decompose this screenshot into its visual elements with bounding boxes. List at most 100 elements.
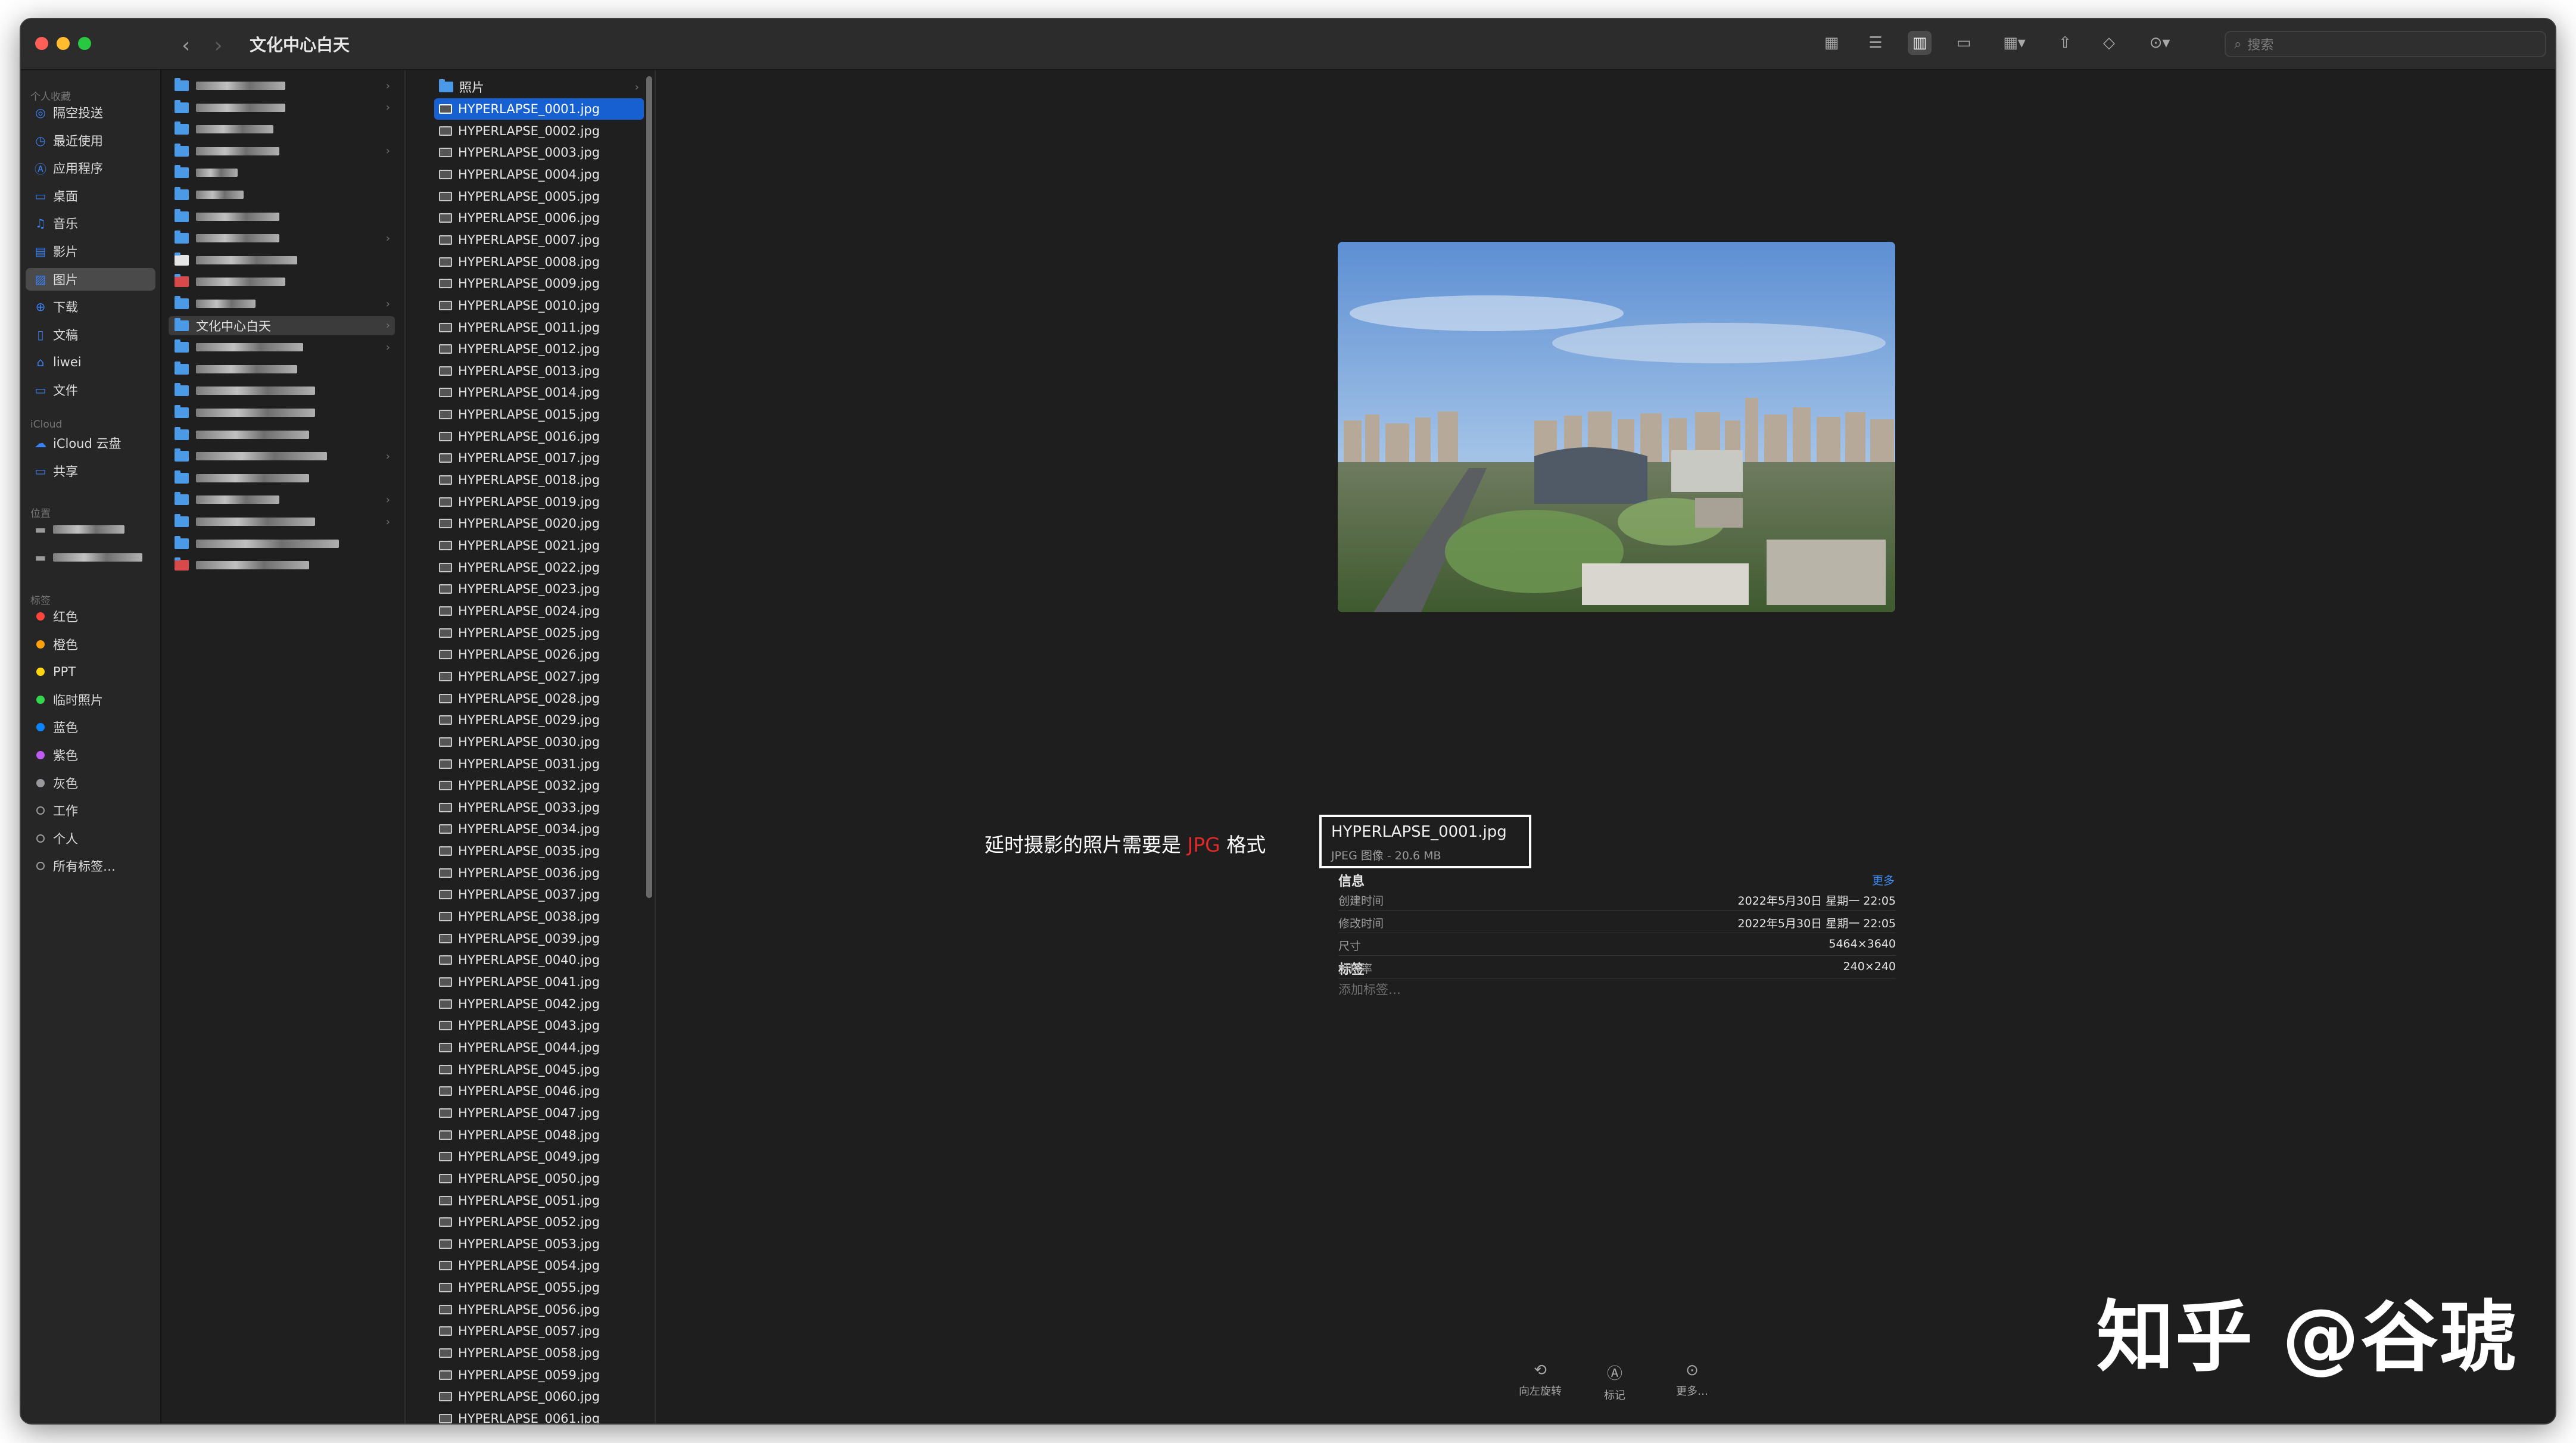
more-info-link[interactable]: 更多	[1872, 872, 1895, 888]
zoom-window-button[interactable]	[78, 37, 91, 50]
folder-item[interactable]	[169, 403, 395, 422]
file-item[interactable]: HYPERLAPSE_0004.jpg	[434, 164, 644, 185]
file-item[interactable]: HYPERLAPSE_0010.jpg	[434, 295, 644, 316]
folder-item[interactable]: ›	[169, 142, 395, 161]
file-item[interactable]: HYPERLAPSE_0036.jpg	[434, 862, 644, 884]
sidebar-tag-item[interactable]: 红色	[26, 605, 155, 628]
file-item[interactable]: HYPERLAPSE_0025.jpg	[434, 622, 644, 644]
tag-icon[interactable]: ◇	[2097, 31, 2121, 55]
file-item[interactable]: HYPERLAPSE_0045.jpg	[434, 1059, 644, 1080]
folder-item[interactable]	[169, 120, 395, 139]
file-item[interactable]: HYPERLAPSE_0059.jpg	[434, 1364, 644, 1386]
file-item[interactable]: HYPERLAPSE_0030.jpg	[434, 731, 644, 753]
file-item[interactable]: HYPERLAPSE_0048.jpg	[434, 1124, 644, 1146]
file-item[interactable]: HYPERLAPSE_0035.jpg	[434, 840, 644, 862]
file-item[interactable]: HYPERLAPSE_0012.jpg	[434, 338, 644, 360]
sidebar-item[interactable]: ♫ 音乐	[26, 212, 155, 235]
file-item[interactable]: HYPERLAPSE_0038.jpg	[434, 906, 644, 927]
folder-item[interactable]	[169, 272, 395, 291]
quick-action-button[interactable]: ⊙ 更多…	[1656, 1361, 1728, 1398]
folder-item[interactable]	[169, 163, 395, 182]
sidebar-tag-item[interactable]: 个人	[26, 827, 155, 850]
quick-action-button[interactable]: ⟲ 向左旋转	[1505, 1361, 1576, 1398]
folder-item[interactable]: ›	[169, 338, 395, 357]
sidebar-tag-item[interactable]: 蓝色	[26, 716, 155, 738]
file-item[interactable]: HYPERLAPSE_0029.jpg	[434, 709, 644, 731]
column-view-icon[interactable]: ▥	[1908, 31, 1932, 55]
file-item[interactable]: HYPERLAPSE_0017.jpg	[434, 447, 644, 469]
file-item[interactable]: HYPERLAPSE_0015.jpg	[434, 404, 644, 425]
file-item[interactable]: HYPERLAPSE_0003.jpg	[434, 142, 644, 163]
file-item[interactable]: HYPERLAPSE_0006.jpg	[434, 207, 644, 229]
sidebar-tag-item[interactable]: 灰色	[26, 772, 155, 794]
sidebar-location-item[interactable]: ▬	[26, 546, 155, 569]
sidebar-item[interactable]: ▯ 文稿	[26, 323, 155, 346]
file-item[interactable]: HYPERLAPSE_0042.jpg	[434, 993, 644, 1015]
file-item[interactable]: HYPERLAPSE_0032.jpg	[434, 775, 644, 796]
folder-item[interactable]	[169, 360, 395, 379]
file-item[interactable]: HYPERLAPSE_0057.jpg	[434, 1320, 644, 1342]
file-item[interactable]: HYPERLAPSE_0024.jpg	[434, 600, 644, 622]
file-item[interactable]: HYPERLAPSE_0053.jpg	[434, 1233, 644, 1255]
folder-item[interactable]: ›	[169, 447, 395, 466]
file-item[interactable]: HYPERLAPSE_0049.jpg	[434, 1146, 644, 1167]
file-item[interactable]: HYPERLAPSE_0044.jpg	[434, 1037, 644, 1058]
file-item[interactable]: HYPERLAPSE_0060.jpg	[434, 1386, 644, 1407]
folder-item[interactable]: ›	[169, 294, 395, 313]
folder-item[interactable]	[169, 185, 395, 204]
close-window-button[interactable]	[35, 37, 48, 50]
sidebar-item[interactable]: ▤ 影片	[26, 240, 155, 263]
file-item[interactable]: HYPERLAPSE_0039.jpg	[434, 928, 644, 949]
quick-action-button[interactable]: Ⓐ 标记	[1579, 1361, 1650, 1403]
folder-item-photos[interactable]: 照片 ›	[434, 76, 644, 98]
sidebar-item[interactable]: Ⓐ 应用程序	[26, 157, 155, 179]
file-item[interactable]: HYPERLAPSE_0028.jpg	[434, 688, 644, 709]
sidebar-location-item[interactable]: ▬	[26, 518, 155, 541]
add-tags-field[interactable]: 添加标签…	[1338, 980, 1401, 998]
scrollbar[interactable]	[646, 76, 652, 898]
minimize-window-button[interactable]	[57, 37, 70, 50]
file-item[interactable]: HYPERLAPSE_0013.jpg	[434, 360, 644, 382]
more-actions-icon[interactable]: ⊙▾	[2141, 31, 2178, 55]
folder-item-selected[interactable]: 文化中心白天 ›	[169, 316, 395, 335]
file-item[interactable]: HYPERLAPSE_0008.jpg	[434, 251, 644, 273]
folder-item[interactable]	[169, 381, 395, 400]
sidebar-item[interactable]: ⊕ 下载	[26, 295, 155, 318]
gallery-view-icon[interactable]: ▭	[1952, 31, 1976, 55]
group-by-icon[interactable]: ▦▾	[1996, 31, 2033, 55]
file-item[interactable]: HYPERLAPSE_0041.jpg	[434, 971, 644, 993]
file-item[interactable]: HYPERLAPSE_0027.jpg	[434, 666, 644, 687]
file-item[interactable]: HYPERLAPSE_0043.jpg	[434, 1015, 644, 1036]
file-item[interactable]: HYPERLAPSE_0034.jpg	[434, 818, 644, 840]
sidebar-item[interactable]: ▭ 共享	[26, 460, 155, 482]
file-item-selected[interactable]: HYPERLAPSE_0001.jpg	[434, 98, 644, 120]
sidebar-item[interactable]: ☁ iCloud 云盘	[26, 432, 155, 454]
file-item[interactable]: HYPERLAPSE_0021.jpg	[434, 535, 644, 556]
file-item[interactable]: HYPERLAPSE_0018.jpg	[434, 469, 644, 491]
file-item[interactable]: HYPERLAPSE_0014.jpg	[434, 382, 644, 403]
sidebar-item[interactable]: ◷ 最近使用	[26, 129, 155, 152]
file-item[interactable]: HYPERLAPSE_0052.jpg	[434, 1211, 644, 1233]
sidebar-tag-item[interactable]: 所有标签…	[26, 855, 155, 877]
file-item[interactable]: HYPERLAPSE_0009.jpg	[434, 273, 644, 294]
file-item[interactable]: HYPERLAPSE_0061.jpg	[434, 1408, 644, 1423]
folder-item[interactable]: ›	[169, 76, 395, 95]
sidebar-tag-item[interactable]: 临时照片	[26, 688, 155, 711]
file-item[interactable]: HYPERLAPSE_0022.jpg	[434, 557, 644, 578]
sidebar-tag-item[interactable]: 工作	[26, 799, 155, 822]
file-item[interactable]: HYPERLAPSE_0026.jpg	[434, 644, 644, 665]
file-item[interactable]: HYPERLAPSE_0037.jpg	[434, 884, 644, 905]
file-item[interactable]: HYPERLAPSE_0051.jpg	[434, 1190, 644, 1211]
folder-item[interactable]	[169, 534, 395, 553]
folder-item[interactable]	[169, 556, 395, 575]
file-item[interactable]: HYPERLAPSE_0016.jpg	[434, 426, 644, 447]
file-item[interactable]: HYPERLAPSE_0054.jpg	[434, 1255, 644, 1276]
folder-item[interactable]: ›	[169, 98, 395, 117]
file-item[interactable]: HYPERLAPSE_0050.jpg	[434, 1168, 644, 1189]
forward-icon[interactable]: ›	[214, 33, 222, 58]
sidebar-item[interactable]: ▭ 文件	[26, 379, 155, 401]
folder-item[interactable]: ›	[169, 490, 395, 509]
file-item[interactable]: HYPERLAPSE_0002.jpg	[434, 120, 644, 142]
icon-view-icon[interactable]: ▦	[1820, 31, 1843, 55]
sidebar-item[interactable]: ▭ 桌面	[26, 185, 155, 207]
